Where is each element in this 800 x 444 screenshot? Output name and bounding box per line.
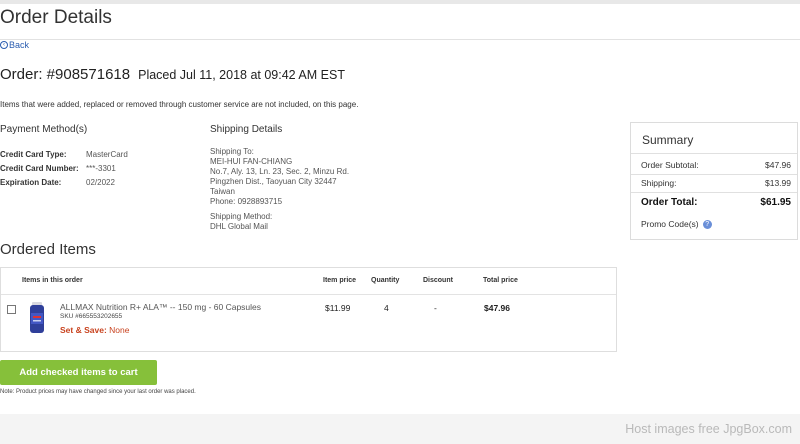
card-type-label: Credit Card Type: [0,150,67,159]
product-bottle-image[interactable] [28,302,46,334]
divider [0,39,800,40]
payment-title: Payment Method(s) [0,124,88,135]
promo-label: Promo Code(s) [641,219,699,229]
column-header-total: Total price [483,277,518,284]
divider [1,294,616,295]
setsave-value: None [109,325,130,335]
expiration-value: 02/2022 [86,178,115,187]
shipping-method: Shipping Method: DHL Global Mail [210,212,272,232]
shipping-method-label: Shipping Method: [210,212,273,221]
add-to-cart-button[interactable]: Add checked items to cart [0,360,157,385]
total-label: Order Total: [641,197,698,208]
total-value: $61.95 [760,197,791,208]
subtotal-row: Order Subtotal: $47.96 [641,160,791,170]
set-and-save: Set & Save: None [60,325,129,335]
subtotal-label: Order Subtotal: [641,160,699,170]
expiration-label: Expiration Date: [0,178,62,187]
payment-row: Credit Card Number: ***-3301 [0,164,116,173]
back-arrow-icon: ‹ [0,41,8,49]
watermark: Host images free JpgBox.com [625,422,792,436]
shipping-to-label: Shipping To: [210,147,254,156]
card-number-value: ***-3301 [86,164,116,173]
item-quantity: 4 [384,303,389,313]
order-notice: Items that were added, replaced or remov… [0,100,359,109]
help-icon[interactable]: ? [702,219,712,229]
order-number: Order: #908571618 [0,66,131,83]
divider [631,153,797,154]
address-country: Taiwan [210,187,235,196]
subtotal-value: $47.96 [765,160,791,170]
shipping-address: Shipping To: MEI-HUI FAN-CHIANG No.7, Al… [210,147,349,207]
card-type-value: MasterCard [86,150,128,159]
back-link[interactable]: ‹ Back [0,40,29,50]
order-placed-date: Placed Jul 11, 2018 at 09:42 AM EST [138,68,345,82]
column-header-price: Item price [323,277,357,284]
product-name-link[interactable]: ALLMAX Nutrition R+ ALA™ -- 150 mg - 60 … [60,302,261,312]
shipping-cost-row: Shipping: $13.99 [641,178,791,188]
shipping-title: Shipping Details [210,124,283,135]
payment-row: Credit Card Type: MasterCard [0,150,128,159]
address-line-2: Pingzhen Dist., Taoyuan City 32447 [210,177,337,186]
shipping-cost-value: $13.99 [765,178,791,188]
item-checkbox[interactable] [7,305,16,314]
items-table: Items in this order Item price Quantity … [0,267,617,352]
shipping-phone: Phone: 0928893715 [210,197,283,206]
column-header-quantity: Quantity [371,277,400,284]
card-number-label: Credit Card Number: [0,164,79,173]
top-strip [0,0,800,4]
column-header-discount: Discount [423,277,453,284]
order-heading: Order: #908571618 Placed Jul 11, 2018 at … [0,66,345,83]
back-label: Back [9,40,30,50]
payment-row: Expiration Date: 02/2022 [0,178,115,187]
setsave-label: Set & Save: [60,325,107,335]
divider [631,174,797,175]
divider [631,192,797,193]
item-discount: - [434,303,437,313]
price-change-note: Note: Product prices may have changed si… [0,389,196,395]
page-title: Order Details [0,7,112,28]
shipping-method-value: DHL Global Mail [210,222,268,231]
recipient-name: MEI-HUI FAN-CHIANG [210,157,293,166]
column-header-item: Items in this order [22,277,83,284]
order-summary: Summary Order Subtotal: $47.96 Shipping:… [630,122,798,240]
item-price: $11.99 [325,303,351,313]
product-sku: SKU #665553202655 [60,313,123,320]
address-line-1: No.7, Aly. 13, Ln. 23, Sec. 2, Minzu Rd. [210,167,350,176]
ordered-items-title: Ordered Items [0,241,96,258]
item-total: $47.96 [484,303,510,313]
total-row: Order Total: $61.95 [641,197,791,208]
shipping-cost-label: Shipping: [641,178,677,188]
summary-title: Summary [642,133,694,147]
promo-codes: Promo Code(s) ? [641,219,712,229]
footer-strip: Host images free JpgBox.com [0,414,800,444]
